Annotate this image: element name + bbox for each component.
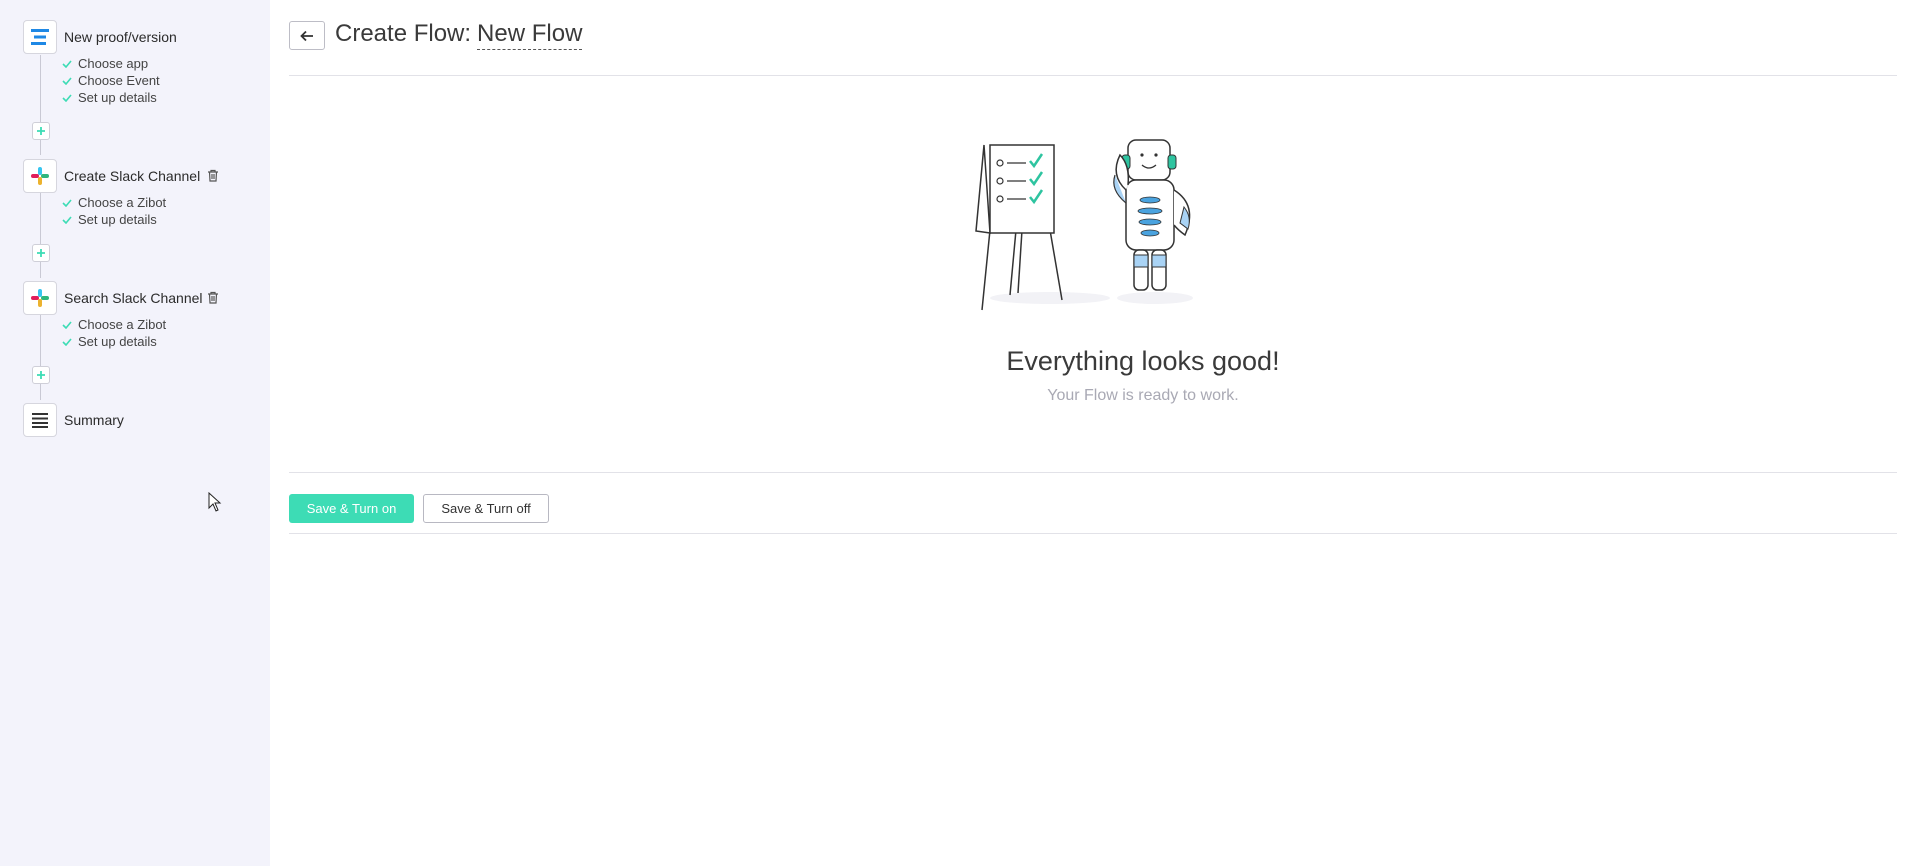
add-step-button[interactable] xyxy=(32,366,50,384)
slack-icon xyxy=(23,281,57,315)
trash-icon xyxy=(208,291,218,304)
connector-line xyxy=(40,55,41,155)
sidebar-step-search-slack-channel[interactable]: Search Slack Channel xyxy=(23,281,203,315)
delete-step-button[interactable] xyxy=(205,289,221,305)
connector-line xyxy=(40,193,41,278)
substep-choose-zibot[interactable]: Choose a Zibot xyxy=(62,317,166,332)
trash-icon xyxy=(208,169,218,182)
sidebar-step-summary[interactable]: Summary xyxy=(23,403,124,437)
status-subtitle: Your Flow is ready to work. xyxy=(1047,387,1239,404)
sidebar-step-new-proof[interactable]: New proof/version xyxy=(23,20,177,54)
check-icon xyxy=(62,337,72,346)
page-title-prefix: Create Flow: xyxy=(335,20,472,47)
delete-step-button[interactable] xyxy=(205,167,221,183)
save-turn-on-button[interactable]: Save & Turn on xyxy=(289,494,414,523)
slack-icon xyxy=(23,159,57,193)
save-turn-off-button[interactable]: Save & Turn off xyxy=(423,494,549,523)
flow-name-input[interactable]: New Flow xyxy=(477,20,583,50)
divider xyxy=(289,75,1897,76)
summary-lines-icon xyxy=(23,403,57,437)
divider xyxy=(289,472,1897,473)
substep-label: Choose a Zibot xyxy=(78,317,167,332)
back-button[interactable] xyxy=(289,21,325,50)
check-icon xyxy=(62,76,72,85)
status-title: Everything looks good! xyxy=(1006,346,1280,376)
substep-choose-event[interactable]: Choose Event xyxy=(62,73,160,88)
substep-label: Set up details xyxy=(78,334,157,349)
add-step-button[interactable] xyxy=(32,122,50,140)
connector-line xyxy=(40,315,41,400)
substep-label: Set up details xyxy=(78,212,157,227)
divider xyxy=(289,533,1897,534)
step-title: New proof/version xyxy=(64,29,177,45)
check-icon xyxy=(62,93,72,102)
plus-icon xyxy=(37,249,45,257)
check-icon xyxy=(62,59,72,68)
sidebar-step-create-slack-channel[interactable]: Create Slack Channel xyxy=(23,159,200,193)
main-panel: Create Flow: New Flow Everything looks g… xyxy=(270,0,1916,866)
sidebar: New proof/version Choose app Choose Even… xyxy=(0,0,270,866)
plus-icon xyxy=(37,127,45,135)
substep-choose-app[interactable]: Choose app xyxy=(62,56,148,71)
check-icon xyxy=(62,320,72,329)
arrow-left-icon xyxy=(300,30,313,41)
substep-label: Set up details xyxy=(78,90,157,105)
step-title: Search Slack Channel xyxy=(64,290,203,306)
substep-choose-zibot[interactable]: Choose a Zibot xyxy=(62,195,166,210)
substep-label: Choose a Zibot xyxy=(78,195,167,210)
substep-label: Choose Event xyxy=(78,73,160,88)
plus-icon xyxy=(37,371,45,379)
substep-set-up-details[interactable]: Set up details xyxy=(62,90,157,105)
add-step-button[interactable] xyxy=(32,244,50,262)
step-title: Create Slack Channel xyxy=(64,168,201,184)
mouse-cursor-icon xyxy=(208,492,222,512)
flipchart-robot-illustration xyxy=(975,139,1193,311)
page-title: Create Flow: New Flow xyxy=(335,20,583,50)
substep-set-up-details[interactable]: Set up details xyxy=(62,334,157,349)
step-title: Summary xyxy=(64,412,124,428)
check-icon xyxy=(62,198,72,207)
app-lines-icon xyxy=(23,20,57,54)
substep-set-up-details[interactable]: Set up details xyxy=(62,212,157,227)
substep-label: Choose app xyxy=(78,56,149,71)
check-icon xyxy=(62,215,72,224)
